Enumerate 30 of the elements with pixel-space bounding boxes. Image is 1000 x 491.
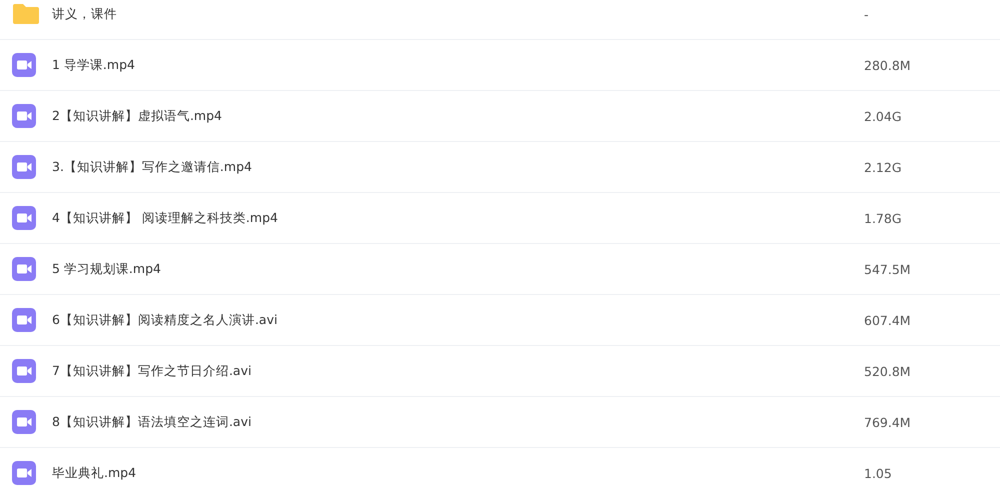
file-size: 280.8M	[864, 58, 911, 72]
file-name[interactable]: 8【知识讲解】语法填空之连词.avi	[52, 414, 864, 430]
file-size: -	[864, 6, 869, 22]
video-camera-icon	[12, 461, 36, 485]
video-camera-icon	[12, 206, 36, 230]
file-size: 1.05	[864, 466, 892, 480]
video-camera-icon	[12, 257, 36, 281]
video-camera-icon	[12, 308, 36, 332]
file-size: 2.04G	[864, 108, 902, 124]
file-size: 547.5M	[864, 262, 911, 276]
file-size: 607.4M	[864, 312, 911, 328]
video-camera-icon	[12, 104, 36, 128]
folder-icon	[12, 3, 40, 25]
file-name[interactable]: 3.【知识讲解】写作之邀请信.mp4	[52, 158, 864, 176]
file-name[interactable]: 4【知识讲解】 阅读理解之科技类.mp4	[52, 210, 864, 226]
file-size: 520.8M	[864, 364, 911, 378]
file-size: 1.78G	[864, 210, 902, 226]
video-camera-icon	[12, 410, 36, 434]
video-camera-icon	[12, 155, 36, 179]
file-name[interactable]: 5 学习规划课.mp4	[52, 260, 864, 278]
file-name[interactable]: 2【知识讲解】虚拟语气.mp4	[52, 108, 864, 124]
file-name[interactable]: 6【知识讲解】阅读精度之名人演讲.avi	[52, 312, 864, 328]
file-name[interactable]: 7【知识讲解】写作之节日介绍.avi	[52, 362, 864, 380]
file-size: 2.12G	[864, 160, 902, 174]
file-size: 769.4M	[864, 414, 911, 430]
file-name[interactable]: 讲义，课件	[52, 6, 864, 22]
video-camera-icon	[12, 359, 36, 383]
video-camera-icon	[12, 53, 36, 77]
file-name[interactable]: 毕业典礼.mp4	[52, 464, 864, 482]
file-name[interactable]: 1 导学课.mp4	[52, 56, 864, 74]
